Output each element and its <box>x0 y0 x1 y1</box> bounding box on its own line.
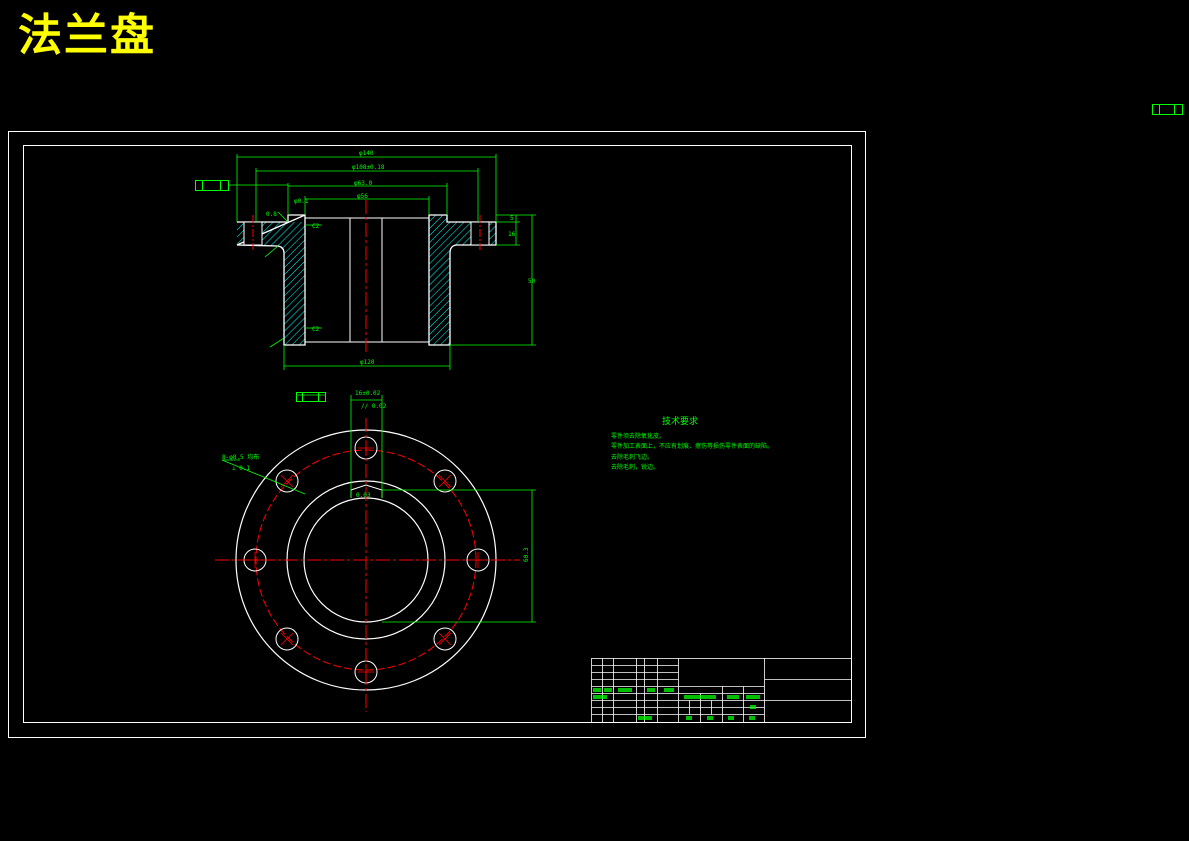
svg-text:// 0.02: // 0.02 <box>361 403 387 410</box>
svg-text:16: 16 <box>508 231 516 238</box>
roughness-tag-corner <box>1152 104 1183 115</box>
tech-line: 零件须去除氧化皮。 <box>611 432 665 440</box>
svg-text:φ140: φ140 <box>359 150 374 157</box>
svg-text:5: 5 <box>510 215 514 222</box>
svg-text:φ56: φ56 <box>357 193 368 200</box>
svg-text:C2: C2 <box>312 326 320 333</box>
svg-text:φ63.0: φ63.0 <box>354 180 372 187</box>
section-dim-labels: φ140 φ108±0.18 φ63.0 φ56 φ120 0.8 φ0.1 C… <box>266 150 536 366</box>
svg-text:60.3: 60.3 <box>523 547 530 562</box>
tech-line: 零件加工表面上，不应有划痕、擦伤等损伤零件表面的缺陷。 <box>611 442 773 450</box>
svg-text:0.03: 0.03 <box>356 492 371 499</box>
svg-text:8-φ8.5 均布: 8-φ8.5 均布 <box>222 453 259 461</box>
svg-text:50: 50 <box>528 278 536 285</box>
svg-text:φ108±0.18: φ108±0.18 <box>352 164 385 171</box>
front-roughness-tag <box>296 392 326 402</box>
svg-text:⊥ 0.1: ⊥ 0.1 <box>232 465 250 472</box>
title-block-green-cells <box>593 688 760 720</box>
svg-text:φ120: φ120 <box>360 359 375 366</box>
engineering-drawing: φ140 φ108±0.18 φ63.0 φ56 φ120 0.8 φ0.1 C… <box>8 104 1183 738</box>
tech-line: 去除毛刺飞边。 <box>611 453 653 461</box>
svg-text:C2: C2 <box>312 223 320 230</box>
section-roughness-tag <box>195 180 229 191</box>
svg-text:16±0.02: 16±0.02 <box>355 390 381 397</box>
section-view <box>236 200 497 355</box>
front-view <box>215 418 520 712</box>
svg-text:φ0.1: φ0.1 <box>294 198 309 205</box>
tech-heading: 技术要求 <box>662 415 698 427</box>
tech-requirements: 技术要求 零件须去除氧化皮。 零件加工表面上，不应有划痕、擦伤等损伤零件表面的缺… <box>611 415 773 471</box>
tech-line: 去除毛刺，锐边。 <box>611 463 659 471</box>
front-dim-labels: 16±0.02 // 0.02 8-φ8.5 均布 ⊥ 0.1 0.03 60.… <box>222 390 530 562</box>
svg-text:0.8: 0.8 <box>266 211 277 218</box>
